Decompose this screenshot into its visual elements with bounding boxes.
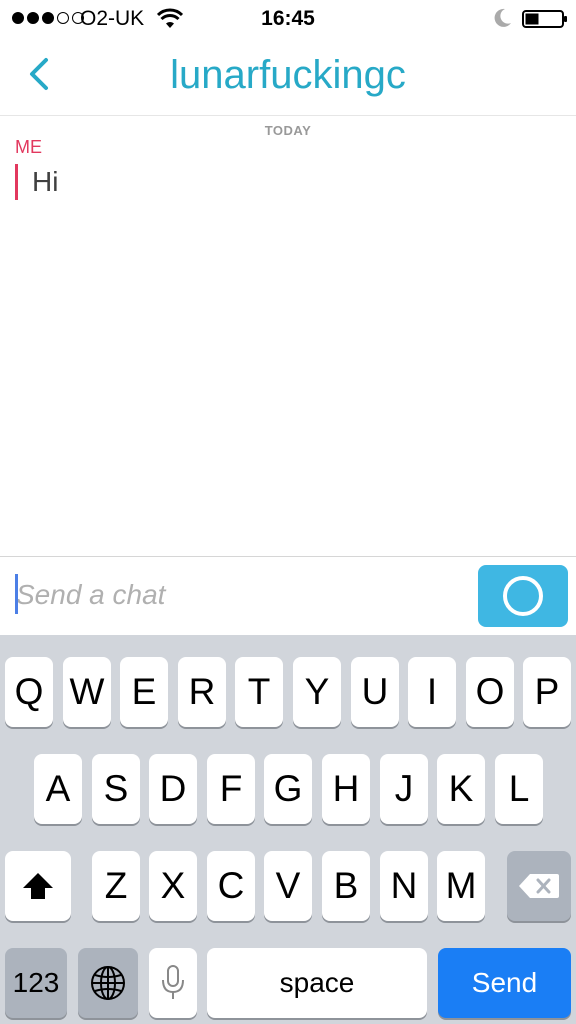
key-v[interactable]: V (264, 851, 312, 921)
key-o[interactable]: O (466, 657, 514, 727)
key-y[interactable]: Y (293, 657, 341, 727)
key-c[interactable]: C (207, 851, 255, 921)
chat-input[interactable] (16, 573, 456, 617)
key-e[interactable]: E (120, 657, 168, 727)
key-a[interactable]: A (34, 754, 82, 824)
message-text: Hi (32, 166, 59, 197)
key-d[interactable]: D (149, 754, 197, 824)
globe-icon (91, 966, 125, 1000)
status-time: 16:45 (261, 7, 315, 30)
keyboard: Q W E R T Y U I O P A S D F G H J K L Z … (0, 635, 576, 1024)
key-j[interactable]: J (380, 754, 428, 824)
chat-area: TODAY ME Hi (0, 116, 576, 556)
key-k[interactable]: K (437, 754, 485, 824)
key-l[interactable]: L (495, 754, 543, 824)
camera-circle-icon (503, 576, 543, 616)
key-u[interactable]: U (351, 657, 399, 727)
key-h[interactable]: H (322, 754, 370, 824)
shift-key[interactable] (5, 851, 71, 921)
key-n[interactable]: N (380, 851, 428, 921)
key-g[interactable]: G (264, 754, 312, 824)
moon-icon (494, 8, 511, 27)
date-separator: TODAY (264, 123, 312, 138)
backspace-icon (519, 874, 559, 898)
numbers-key[interactable]: 123 (5, 948, 67, 1018)
chat-message: Hi (15, 164, 58, 200)
key-s[interactable]: S (92, 754, 140, 824)
space-key[interactable]: space (207, 948, 427, 1018)
microphone-key[interactable] (149, 948, 197, 1018)
chat-input-bar (0, 556, 576, 635)
key-f[interactable]: F (207, 754, 255, 824)
globe-key[interactable] (78, 948, 138, 1018)
send-key[interactable]: Send (438, 948, 571, 1018)
message-sender: ME (15, 137, 42, 157)
key-z[interactable]: Z (92, 851, 140, 921)
key-w[interactable]: W (63, 657, 111, 727)
key-i[interactable]: I (408, 657, 456, 727)
backspace-key[interactable] (507, 851, 571, 921)
key-t[interactable]: T (235, 657, 283, 727)
key-x[interactable]: X (149, 851, 197, 921)
conversation-title: lunarfuckingc (170, 53, 406, 97)
key-r[interactable]: R (178, 657, 226, 727)
camera-button[interactable] (478, 565, 568, 627)
text-cursor (15, 574, 18, 614)
key-q[interactable]: Q (5, 657, 53, 727)
key-p[interactable]: P (523, 657, 571, 727)
key-b[interactable]: B (322, 851, 370, 921)
nav-bar: lunarfuckingc (0, 40, 576, 116)
key-m[interactable]: M (437, 851, 485, 921)
microphone-icon (162, 965, 184, 999)
shift-icon (23, 873, 53, 899)
battery-icon (522, 10, 567, 28)
status-bar: O2-UK 16:45 (0, 0, 576, 40)
